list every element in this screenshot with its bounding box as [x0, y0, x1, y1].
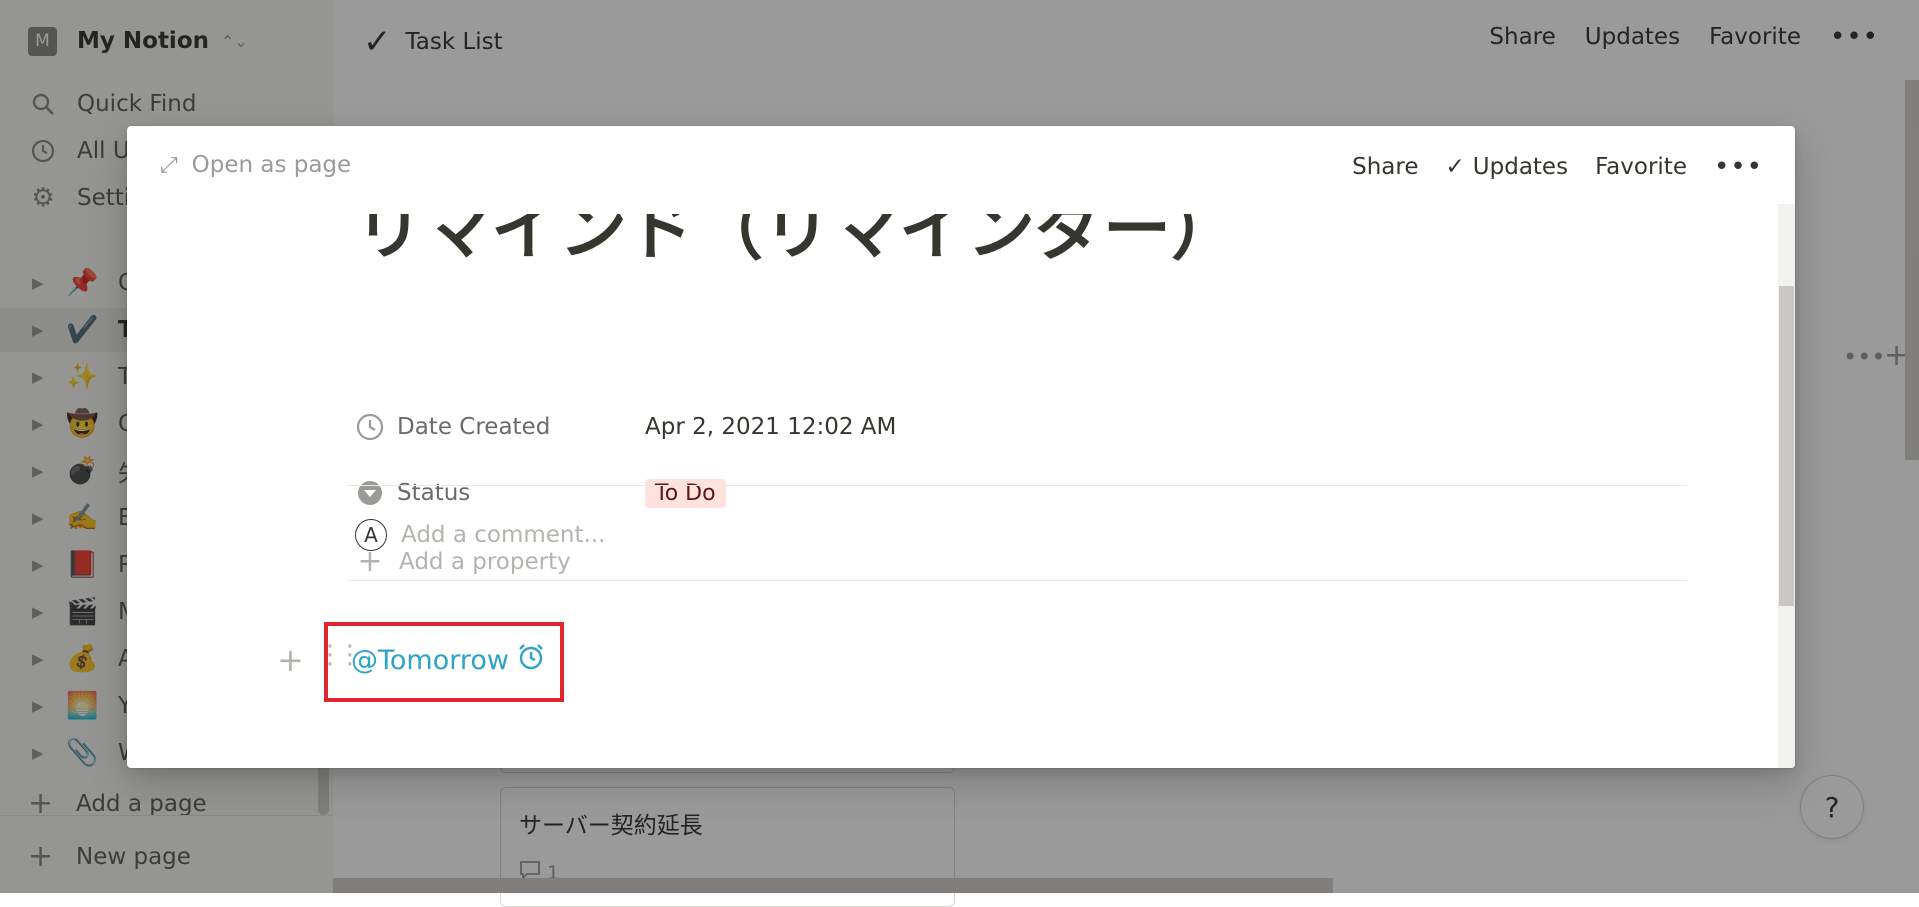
comment-input[interactable]: A Add a comment...	[355, 515, 605, 555]
avatar: A	[355, 519, 387, 551]
checkmark-icon: ✓	[1445, 154, 1465, 180]
expand-diagonal-icon: ⤢	[160, 152, 178, 178]
comment-placeholder: Add a comment...	[401, 522, 606, 548]
status-badge[interactable]: To Do	[645, 479, 726, 508]
modal-favorite-button[interactable]: Favorite	[1595, 154, 1687, 180]
property-date-created[interactable]: Date Created Apr 2, 2021 12:02 AM	[355, 407, 896, 447]
property-value: Apr 2, 2021 12:02 AM	[645, 414, 897, 440]
modal-scrollbar-thumb[interactable]	[1779, 286, 1794, 606]
updates-label: Updates	[1472, 154, 1569, 180]
property-name: Status	[397, 480, 471, 506]
add-block-icon[interactable]: +	[277, 644, 304, 676]
reminder-date: @Tomorrow	[351, 645, 509, 676]
divider	[347, 580, 1687, 581]
modal-actions: Share ✓ Updates Favorite •••	[1352, 152, 1763, 182]
page-peek-modal: ⤢ Open as page Share ✓ Updates Favorite •…	[127, 126, 1795, 768]
select-icon	[355, 479, 385, 507]
property-name: Date Created	[397, 414, 551, 440]
more-options-icon[interactable]: •••	[1714, 152, 1763, 182]
modal-updates-button[interactable]: ✓ Updates	[1446, 154, 1569, 180]
open-as-page-label: Open as page	[191, 152, 352, 178]
reminder-mention[interactable]: @Tomorrow	[351, 643, 545, 678]
alarm-clock-icon	[509, 643, 545, 678]
divider	[347, 485, 1687, 486]
property-status[interactable]: Status To Do	[355, 473, 726, 513]
open-as-page-button[interactable]: ⤢ Open as page	[160, 152, 351, 178]
page-title[interactable]: リマインド（リマインダー）	[355, 214, 1239, 276]
modal-share-button[interactable]: Share	[1352, 154, 1418, 180]
clock-icon	[355, 413, 385, 441]
